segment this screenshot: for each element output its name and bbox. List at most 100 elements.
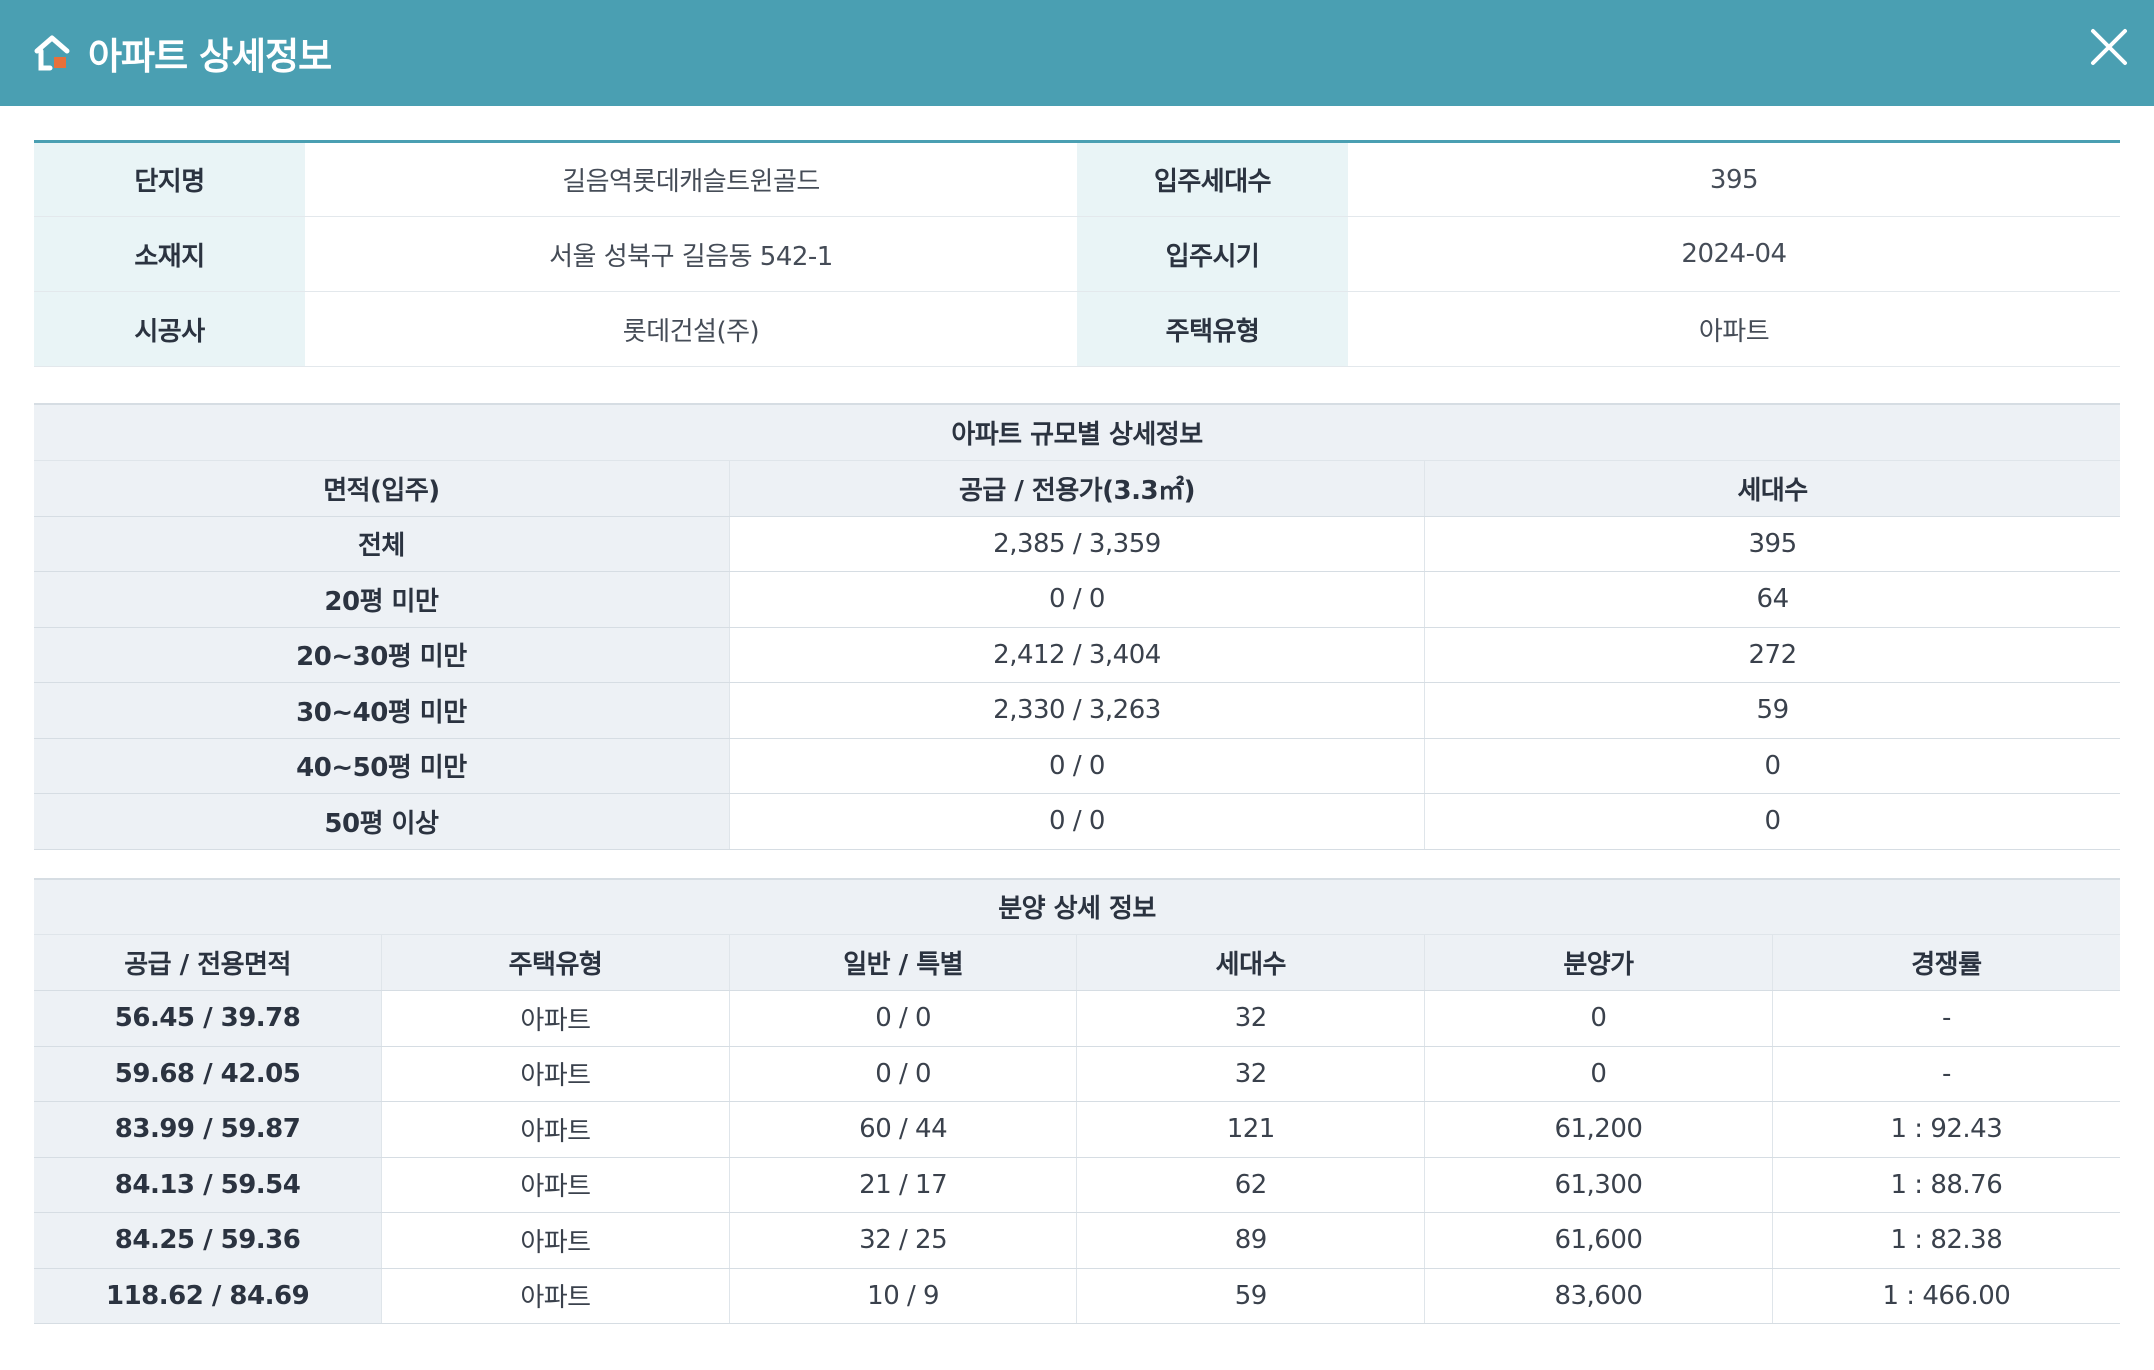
sale-table-cell: 아파트 bbox=[381, 1101, 730, 1158]
table-row: 30~40평 미만 2,330 / 3,263 59 bbox=[34, 682, 2120, 739]
sale-table-cell: 아파트 bbox=[381, 1157, 730, 1213]
size-table-column-header: 면적(입주) bbox=[34, 460, 730, 517]
table-row: 83.99 / 59.87 아파트 60 / 44 121 61,200 1 : 92.4… bbox=[34, 1101, 2120, 1158]
sale-table-cell: 118.62 / 84.69 bbox=[34, 1268, 382, 1324]
size-table-cell: 30~40평 미만 bbox=[34, 682, 730, 739]
sale-table-cell: 59.68 / 42.05 bbox=[34, 1046, 382, 1102]
sale-table-cell: 아파트 bbox=[381, 990, 730, 1047]
table-row: 전체 2,385 / 3,359 395 bbox=[34, 516, 2120, 572]
table-row: 20~30평 미만 2,412 / 3,404 272 bbox=[34, 627, 2120, 683]
sale-table-cell: 아파트 bbox=[381, 1268, 730, 1324]
sale-table-cell: 32 bbox=[1076, 1046, 1425, 1102]
sale-table-cell: 89 bbox=[1076, 1212, 1425, 1269]
info-value: 아파트 bbox=[1348, 291, 2120, 367]
sale-table-cell: 60 / 44 bbox=[728, 1101, 1077, 1158]
size-table-cell: 0 / 0 bbox=[728, 738, 1425, 794]
size-table-cell: 전체 bbox=[34, 516, 730, 572]
sale-table-cell: 10 / 9 bbox=[728, 1268, 1077, 1324]
sale-table-cell: - bbox=[1771, 990, 2120, 1047]
sale-detail-table: 분양 상세 정보 공급 / 전용면적 주택유형 일반 / 특별 세대수 분양가 경쟁률 56… bbox=[34, 877, 2120, 1325]
sale-table-cell: 아파트 bbox=[381, 1046, 730, 1102]
size-table-cell: 2,385 / 3,359 bbox=[728, 516, 1425, 572]
size-table-cell: 0 bbox=[1424, 793, 2120, 850]
sale-table-cell: 83.99 / 59.87 bbox=[34, 1101, 382, 1158]
sale-table-cell: 0 / 0 bbox=[728, 990, 1077, 1047]
size-table-column-header: 공급 / 전용가(3.3㎡) bbox=[728, 460, 1425, 517]
sale-table-column-header: 세대수 bbox=[1076, 934, 1425, 991]
size-table-cell: 64 bbox=[1424, 571, 2120, 628]
size-table-cell: 59 bbox=[1424, 682, 2120, 739]
basic-info-table: 단지명 길음역롯데캐슬트윈골드 입주세대수 395 소재지 서울 성북구 길음동 542-… bbox=[34, 140, 2120, 367]
table-row: 56.45 / 39.78 아파트 0 / 0 32 0- bbox=[34, 990, 2120, 1047]
sale-table-column-header: 경쟁률 bbox=[1771, 934, 2120, 991]
size-table-cell: 50평 이상 bbox=[34, 793, 730, 850]
info-value: 2024-04 bbox=[1348, 216, 2120, 292]
size-table-cell: 2,330 / 3,263 bbox=[728, 682, 1425, 739]
sale-table-cell: 아파트 bbox=[381, 1212, 730, 1269]
sale-table-cell: 61,300 bbox=[1424, 1157, 1773, 1213]
sale-table-cell: 61,600 bbox=[1424, 1212, 1773, 1269]
sale-table-cell: 32 bbox=[1076, 990, 1425, 1047]
table-row: 84.25 / 59.36 아파트 32 / 25 89 61,600 1 : 82.38 bbox=[34, 1212, 2120, 1269]
sale-table-cell: 1 : 466.00 bbox=[1771, 1268, 2120, 1324]
sale-table-column-header: 공급 / 전용면적 bbox=[34, 934, 382, 991]
size-table-column-header: 세대수 bbox=[1424, 460, 2120, 517]
table-row: 20평 미만 0 / 0 64 bbox=[34, 571, 2120, 628]
info-row: 단지명 길음역롯데캐슬트윈골드 입주세대수 395 bbox=[34, 141, 2120, 217]
size-table-cell: 20~30평 미만 bbox=[34, 627, 730, 683]
sale-table-cell: 84.25 / 59.36 bbox=[34, 1212, 382, 1269]
info-label: 주택유형 bbox=[1077, 291, 1348, 367]
modal-title: 아파트 상세정보 bbox=[88, 35, 332, 78]
modal-header: 아파트 상세정보 bbox=[0, 0, 2154, 106]
table-row: 59.68 / 42.05 아파트 0 / 0 32 0- bbox=[34, 1046, 2120, 1102]
size-table-cell: 0 / 0 bbox=[728, 571, 1425, 628]
info-value: 롯데건설(주) bbox=[305, 291, 1077, 367]
sale-table-cell: 1 : 82.38 bbox=[1771, 1212, 2120, 1269]
info-label: 시공사 bbox=[34, 291, 305, 367]
info-row: 소재지 서울 성북구 길음동 542-1 입주시기 2024-04 bbox=[34, 216, 2120, 292]
sale-table-caption: 분양 상세 정보 bbox=[34, 878, 2120, 935]
sale-table-cell: 1 : 88.76 bbox=[1771, 1157, 2120, 1213]
table-row: 84.13 / 59.54 아파트 21 / 17 62 61,300 1 : 88.76 bbox=[34, 1157, 2120, 1213]
sale-table-column-header: 주택유형 bbox=[381, 934, 730, 991]
sale-table-cell: 59 bbox=[1076, 1268, 1425, 1324]
size-table-cell: 272 bbox=[1424, 627, 2120, 683]
sale-table-cell: 21 / 17 bbox=[728, 1157, 1077, 1213]
size-table-header-row: 면적(입주) 공급 / 전용가(3.3㎡) 세대수 bbox=[34, 460, 2120, 517]
size-table-cell: 2,412 / 3,404 bbox=[728, 627, 1425, 683]
info-row: 시공사 롯데건설(주) 주택유형 아파트 bbox=[34, 291, 2120, 367]
info-label: 소재지 bbox=[34, 216, 305, 292]
house-icon bbox=[34, 33, 72, 73]
sale-table-cell: 32 / 25 bbox=[728, 1212, 1077, 1269]
sale-table-header-row: 공급 / 전용면적 주택유형 일반 / 특별 세대수 분양가 경쟁률 bbox=[34, 934, 2120, 991]
table-row: 50평 이상 0 / 00 bbox=[34, 793, 2120, 850]
sale-table-cell: 1 : 92.43 bbox=[1771, 1101, 2120, 1158]
size-table-cell: 40~50평 미만 bbox=[34, 738, 730, 794]
table-row: 118.62 / 84.69 아파트 10 / 9 59 83,600 1 : 466.0… bbox=[34, 1268, 2120, 1324]
sale-table-cell: 84.13 / 59.54 bbox=[34, 1157, 382, 1213]
sale-table-cell: 0 bbox=[1424, 1046, 1773, 1102]
sale-table-column-header: 일반 / 특별 bbox=[728, 934, 1077, 991]
info-value: 서울 성북구 길음동 542-1 bbox=[305, 216, 1077, 292]
sale-table-cell: 0 / 0 bbox=[728, 1046, 1077, 1102]
sale-table-cell: 61,200 bbox=[1424, 1101, 1773, 1158]
info-value: 길음역롯데캐슬트윈골드 bbox=[305, 141, 1077, 217]
sale-table-cell: 121 bbox=[1076, 1101, 1425, 1158]
sale-table-cell: 0 bbox=[1424, 990, 1773, 1047]
modal-content: 단지명 길음역롯데캐슬트윈골드 입주세대수 395 소재지 서울 성북구 길음동 542-… bbox=[0, 106, 2154, 1324]
size-table-cell: 0 bbox=[1424, 738, 2120, 794]
size-table-cell: 395 bbox=[1424, 516, 2120, 572]
size-table-caption: 아파트 규모별 상세정보 bbox=[34, 404, 2120, 461]
table-row: 40~50평 미만 0 / 00 bbox=[34, 738, 2120, 794]
sale-table-cell: 56.45 / 39.78 bbox=[34, 990, 382, 1047]
sale-table-cell: 62 bbox=[1076, 1157, 1425, 1213]
size-detail-table: 아파트 규모별 상세정보 면적(입주) 공급 / 전용가(3.3㎡) 세대수 전체 2,… bbox=[34, 403, 2120, 850]
sale-table-cell: 83,600 bbox=[1424, 1268, 1773, 1324]
info-label: 입주시기 bbox=[1077, 216, 1348, 292]
apartment-detail-modal: 아파트 상세정보 단지명 길음역롯데캐슬트윈골드 입주세대수 395 소재지 서울 성북구… bbox=[0, 0, 2154, 1370]
close-icon[interactable] bbox=[2086, 24, 2132, 70]
size-table-cell: 0 / 0 bbox=[728, 793, 1425, 850]
info-value: 395 bbox=[1348, 141, 2120, 217]
sale-table-cell: - bbox=[1771, 1046, 2120, 1102]
info-label: 단지명 bbox=[34, 141, 305, 217]
